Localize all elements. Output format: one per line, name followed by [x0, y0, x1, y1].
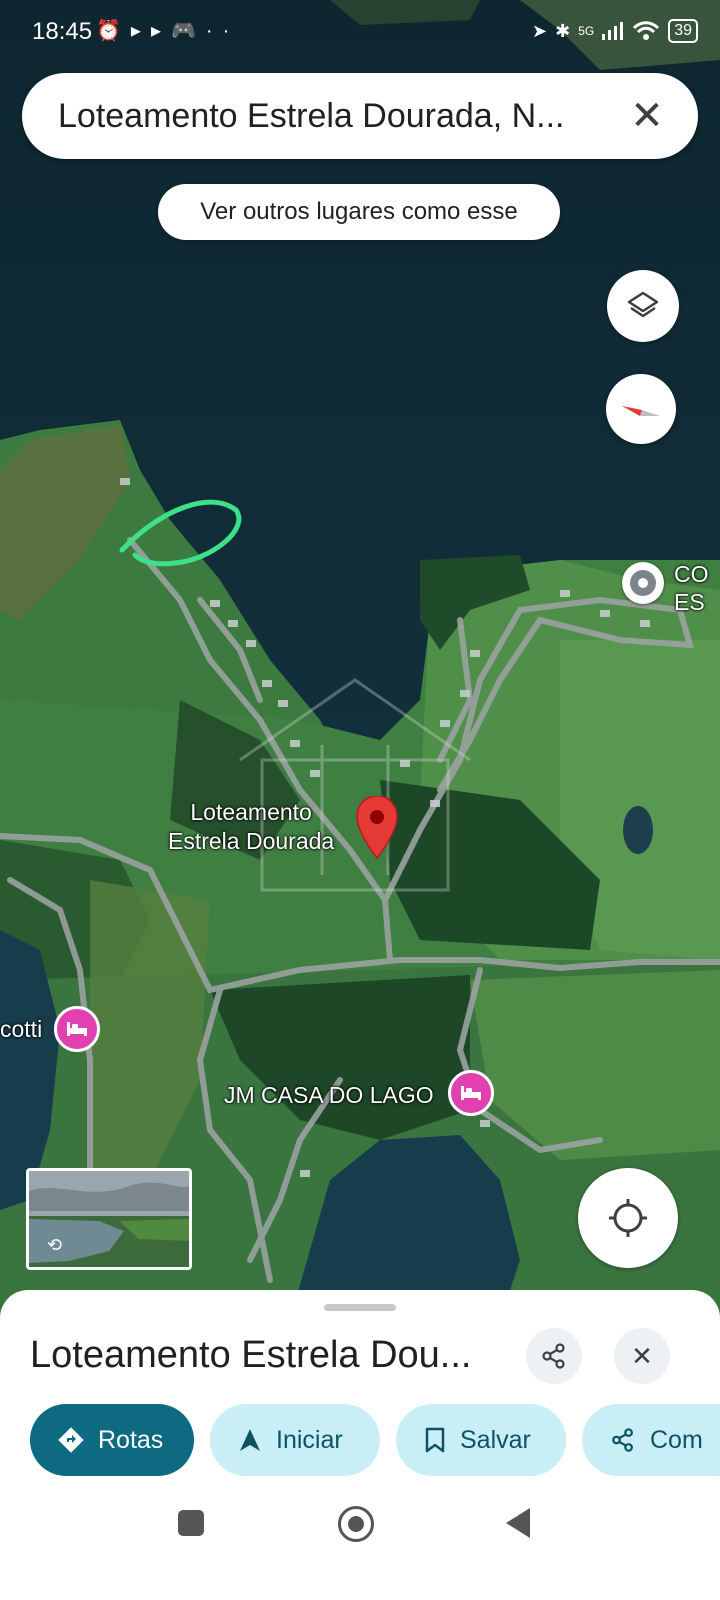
battery-indicator: 39	[668, 19, 698, 43]
gamepad-icon: 🎮	[171, 20, 206, 42]
search-bar[interactable]: Loteamento Estrela Dourada, N... ✕	[22, 73, 698, 159]
bookmark-icon	[424, 1427, 446, 1453]
similar-places-chip[interactable]: Ver outros lugares como esse	[158, 184, 560, 240]
close-icon[interactable]: ✕	[620, 89, 674, 143]
poi-right-line1: CO	[674, 561, 709, 587]
share-chip-icon	[610, 1427, 636, 1453]
directions-label: Rotas	[98, 1425, 164, 1454]
recents-button[interactable]	[178, 1510, 204, 1536]
hotel-jm-label[interactable]: JM CASA DO LAGO	[224, 1082, 434, 1109]
directions-button[interactable]: Rotas	[30, 1404, 194, 1476]
location-arrow-icon: ➤	[532, 20, 548, 41]
notification-icons: ⏰▸▸🎮··	[96, 18, 239, 43]
back-button[interactable]	[506, 1508, 530, 1538]
share-button[interactable]	[526, 1328, 582, 1384]
close-sheet-button[interactable]: ✕	[614, 1328, 670, 1384]
play-icon: ▸	[130, 20, 151, 42]
system-nav-bar	[0, 1488, 720, 1600]
more-dots-icon: ··	[205, 20, 240, 42]
pin-label-line1: Loteamento	[190, 799, 312, 825]
my-location-button[interactable]	[578, 1168, 678, 1268]
navigation-arrow-icon	[238, 1427, 262, 1453]
status-time: 18:45	[32, 18, 93, 45]
pin-label-line2: Estrela Dourada	[168, 828, 335, 854]
poi-right-label[interactable]: CO ES	[674, 560, 709, 616]
poi-marker-icon[interactable]	[622, 562, 664, 604]
signal-icon	[602, 22, 624, 40]
compass-icon	[622, 406, 660, 416]
hotel-left-bed-icon[interactable]	[54, 1006, 100, 1052]
save-button[interactable]: Salvar	[396, 1404, 566, 1476]
compass-button[interactable]	[606, 374, 676, 444]
start-label: Iniciar	[276, 1425, 343, 1454]
hotel-left-label[interactable]: cotti	[0, 1016, 42, 1043]
close-icon: ✕	[631, 1340, 653, 1371]
alarm-icon: ⏰	[96, 20, 131, 42]
location-pin-icon[interactable]	[355, 795, 399, 860]
search-query[interactable]: Loteamento Estrela Dourada, N...	[58, 97, 618, 136]
layers-button[interactable]	[607, 270, 679, 342]
wifi-icon	[633, 21, 660, 40]
crosshair-icon	[609, 1199, 647, 1237]
status-right-icons: ➤ ✱ 5G 39	[532, 16, 698, 46]
hotel-jm-bed-icon[interactable]	[448, 1070, 494, 1116]
directions-icon	[58, 1427, 84, 1453]
network-type: 5G	[578, 24, 595, 38]
save-label: Salvar	[460, 1425, 531, 1454]
rotate-360-icon: ⟲	[47, 1235, 63, 1255]
bluetooth-icon: ✱	[555, 20, 571, 41]
street-view-thumbnail[interactable]: ⟲	[26, 1168, 192, 1270]
drag-handle[interactable]	[324, 1304, 396, 1311]
poi-right-line2: ES	[674, 589, 705, 615]
home-button[interactable]	[338, 1506, 374, 1542]
share-icon	[542, 1343, 565, 1369]
play-icon-2: ▸	[150, 20, 171, 42]
status-bar: 18:45 ⏰▸▸🎮·· ➤ ✱ 5G 39	[0, 0, 720, 66]
start-navigation-button[interactable]: Iniciar	[210, 1404, 380, 1476]
layers-icon	[627, 291, 659, 318]
place-title: Loteamento Estrela Dou...	[30, 1334, 472, 1376]
share-chip-label: Com	[650, 1425, 703, 1454]
share-chip-button[interactable]: Com	[582, 1404, 720, 1476]
pin-place-label: Loteamento Estrela Dourada	[168, 798, 334, 856]
action-chips-row[interactable]: Rotas Iniciar Salvar Com	[30, 1404, 720, 1476]
